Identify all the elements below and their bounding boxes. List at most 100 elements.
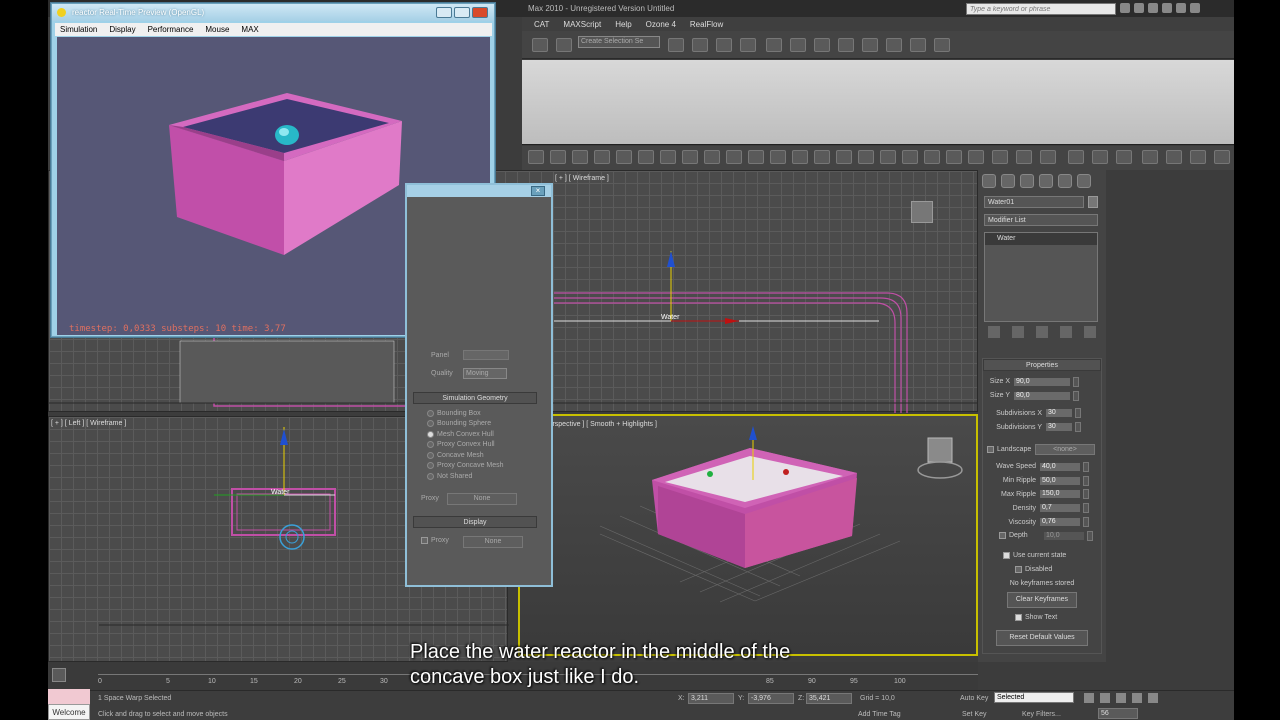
- display-proxy-none-button[interactable]: None: [463, 536, 523, 548]
- radio-not-shared[interactable]: Not Shared: [427, 471, 504, 482]
- show-end-result-icon[interactable]: [1012, 326, 1024, 338]
- current-frame-field[interactable]: 56: [1098, 708, 1138, 719]
- create-animation-icon[interactable]: [902, 150, 918, 164]
- viewport-perspective[interactable]: [ Perspective ] [ Smooth + Highlights ]: [518, 414, 978, 656]
- toolbar-more-icon-6[interactable]: [1190, 150, 1206, 164]
- binoculars-icon[interactable]: [1120, 3, 1130, 13]
- layout-icon[interactable]: [992, 150, 1008, 164]
- landscape-pick-button[interactable]: <none>: [1035, 443, 1095, 455]
- z-coordinate[interactable]: 35,421: [806, 693, 852, 704]
- gear-icon[interactable]: [594, 150, 610, 164]
- reset-default-values-button[interactable]: Reset Default Values: [996, 629, 1088, 646]
- add-time-tag[interactable]: Add Time Tag: [858, 711, 901, 718]
- hinge-icon[interactable]: [572, 150, 588, 164]
- subdiv-x-spinner[interactable]: 30: [1045, 408, 1073, 419]
- spinner-arrows-icon[interactable]: [1083, 475, 1089, 486]
- display-proxy-checkbox[interactable]: Proxy: [421, 537, 449, 544]
- show-text-checkbox[interactable]: [1015, 613, 1022, 621]
- pin-stack-icon[interactable]: [988, 326, 1000, 338]
- toolbar-more-icon-4[interactable]: [1142, 150, 1158, 164]
- hierarchy-tab-icon[interactable]: [1020, 174, 1034, 188]
- teapot-icon[interactable]: [934, 38, 950, 52]
- panel-field[interactable]: [463, 350, 509, 360]
- depth-checkbox[interactable]: [999, 532, 1006, 540]
- fracture-icon[interactable]: [704, 150, 720, 164]
- properties-icon[interactable]: [968, 150, 984, 164]
- proxy-none-button[interactable]: None: [447, 493, 517, 505]
- rigid-body-icon[interactable]: [528, 150, 544, 164]
- depth-spinner[interactable]: 10,0: [1043, 530, 1085, 541]
- curve-editor-icon[interactable]: [790, 38, 806, 52]
- size-y-spinner[interactable]: 80,0: [1013, 390, 1071, 401]
- spinner-arrows-icon[interactable]: [1083, 503, 1089, 514]
- remove-modifier-icon[interactable]: [1060, 326, 1072, 338]
- use-current-state-row[interactable]: Use current state: [983, 549, 1101, 563]
- dialog-close-button[interactable]: ×: [531, 186, 545, 196]
- size-x-spinner[interactable]: 90,0: [1013, 376, 1071, 387]
- display-rollout[interactable]: Display: [413, 516, 537, 528]
- viewcube-icon[interactable]: [911, 201, 933, 223]
- timeline-config-icon[interactable]: [52, 668, 66, 682]
- disabled-row[interactable]: Disabled: [983, 563, 1101, 577]
- menu-display[interactable]: Display: [109, 25, 135, 34]
- radio-proxy-concave-mesh[interactable]: Proxy Concave Mesh: [427, 461, 504, 472]
- close-icon[interactable]: [1190, 3, 1200, 13]
- menu-performance[interactable]: Performance: [148, 25, 194, 34]
- clear-keyframes-button[interactable]: Clear Keyframes: [1007, 592, 1077, 609]
- menu-help[interactable]: Help: [615, 20, 631, 29]
- go-to-start-icon[interactable]: [1084, 693, 1094, 703]
- display-tab-icon[interactable]: [1058, 174, 1072, 188]
- stack-item-water[interactable]: Water: [985, 233, 1097, 245]
- x-coordinate[interactable]: 3,211: [688, 693, 734, 704]
- material-editor-icon[interactable]: [838, 38, 854, 52]
- render-icon-2[interactable]: [1016, 150, 1032, 164]
- soft-body-icon[interactable]: [814, 150, 830, 164]
- spinner-arrows-icon[interactable]: [1087, 530, 1093, 541]
- y-coordinate[interactable]: -3,976: [748, 693, 794, 704]
- welcome-tab[interactable]: Welcome: [48, 704, 90, 720]
- motion-tab-icon[interactable]: [1039, 174, 1053, 188]
- window-close-button[interactable]: [472, 7, 488, 18]
- previous-frame-icon[interactable]: [1100, 693, 1110, 703]
- render-setup-icon[interactable]: [862, 38, 878, 52]
- viscosity-spinner[interactable]: 0,76: [1039, 517, 1081, 528]
- convex-test-icon[interactable]: [946, 150, 962, 164]
- preview-animation-icon[interactable]: [880, 150, 896, 164]
- key-mode-dropdown[interactable]: Selected: [994, 692, 1074, 703]
- render-icon[interactable]: [910, 38, 926, 52]
- ragdoll-icon[interactable]: [858, 150, 874, 164]
- spinner-arrows-icon[interactable]: [1073, 376, 1079, 387]
- window-maximize-button[interactable]: [454, 7, 470, 18]
- schematic-icon[interactable]: [814, 38, 830, 52]
- auto-key-label[interactable]: Auto Key: [960, 695, 988, 702]
- radio-bounding-sphere[interactable]: Bounding Sphere: [427, 419, 504, 430]
- toolbar-more-icon-7[interactable]: [1214, 150, 1230, 164]
- radio-mesh-convex-hull[interactable]: Mesh Convex Hull: [427, 429, 504, 440]
- mirror-icon[interactable]: [668, 38, 684, 52]
- object-color-swatch[interactable]: [1088, 196, 1098, 208]
- make-unique-icon[interactable]: [1036, 326, 1048, 338]
- menu-ozone[interactable]: Ozone 4: [646, 20, 676, 29]
- utilities-tab-icon[interactable]: [1077, 174, 1091, 188]
- toolbar-more-icon-3[interactable]: [1116, 150, 1132, 164]
- maxscript-listener-mini[interactable]: [48, 689, 90, 704]
- select-list-icon[interactable]: [532, 38, 548, 52]
- landscape-checkbox[interactable]: [987, 445, 994, 453]
- quick-render-icon[interactable]: [1040, 150, 1056, 164]
- sim-geometry-rollout[interactable]: Simulation Geometry: [413, 392, 537, 404]
- spring-icon[interactable]: [726, 150, 742, 164]
- menu-maxscript[interactable]: MAXScript: [563, 20, 601, 29]
- water-icon[interactable]: [682, 150, 698, 164]
- motor-icon[interactable]: [616, 150, 632, 164]
- render-frame-icon[interactable]: [886, 38, 902, 52]
- toy-car-icon[interactable]: [660, 150, 676, 164]
- radio-concave-mesh[interactable]: Concave Mesh: [427, 450, 504, 461]
- rope-icon[interactable]: [792, 150, 808, 164]
- selection-brush-icon[interactable]: [556, 38, 572, 52]
- named-selection-dropdown[interactable]: Create Selection Se: [578, 36, 660, 48]
- play-icon[interactable]: [1116, 693, 1126, 703]
- menu-cat[interactable]: CAT: [534, 20, 549, 29]
- radio-proxy-convex-hull[interactable]: Proxy Convex Hull: [427, 440, 504, 451]
- dialog-titlebar[interactable]: [407, 185, 551, 197]
- wave-speed-spinner[interactable]: 40,0: [1039, 461, 1081, 472]
